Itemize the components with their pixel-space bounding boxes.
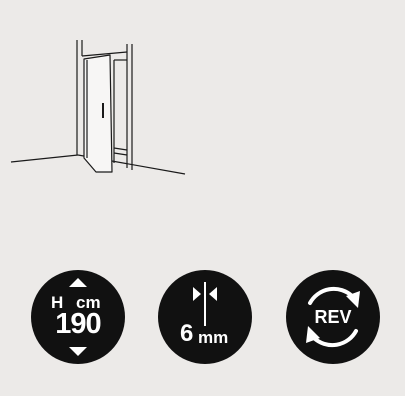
- gap-arrow-right-icon: [193, 287, 201, 301]
- arrow-down-icon: [69, 347, 87, 356]
- reversible-badge: REV: [286, 270, 380, 364]
- reversible-label: REV: [314, 307, 352, 327]
- gap-badge: 6 mm: [158, 270, 252, 364]
- arrow-up-icon: [69, 278, 87, 287]
- door-illustration: [10, 40, 186, 175]
- gap-arrow-left-icon: [209, 287, 217, 301]
- gap-unit: mm: [198, 328, 229, 347]
- gap-value: 6: [180, 320, 194, 347]
- height-value: 190: [55, 308, 101, 340]
- height-badge: H cm 190: [31, 270, 125, 364]
- product-feature-panel: H cm 190 6 mm REV: [0, 0, 405, 396]
